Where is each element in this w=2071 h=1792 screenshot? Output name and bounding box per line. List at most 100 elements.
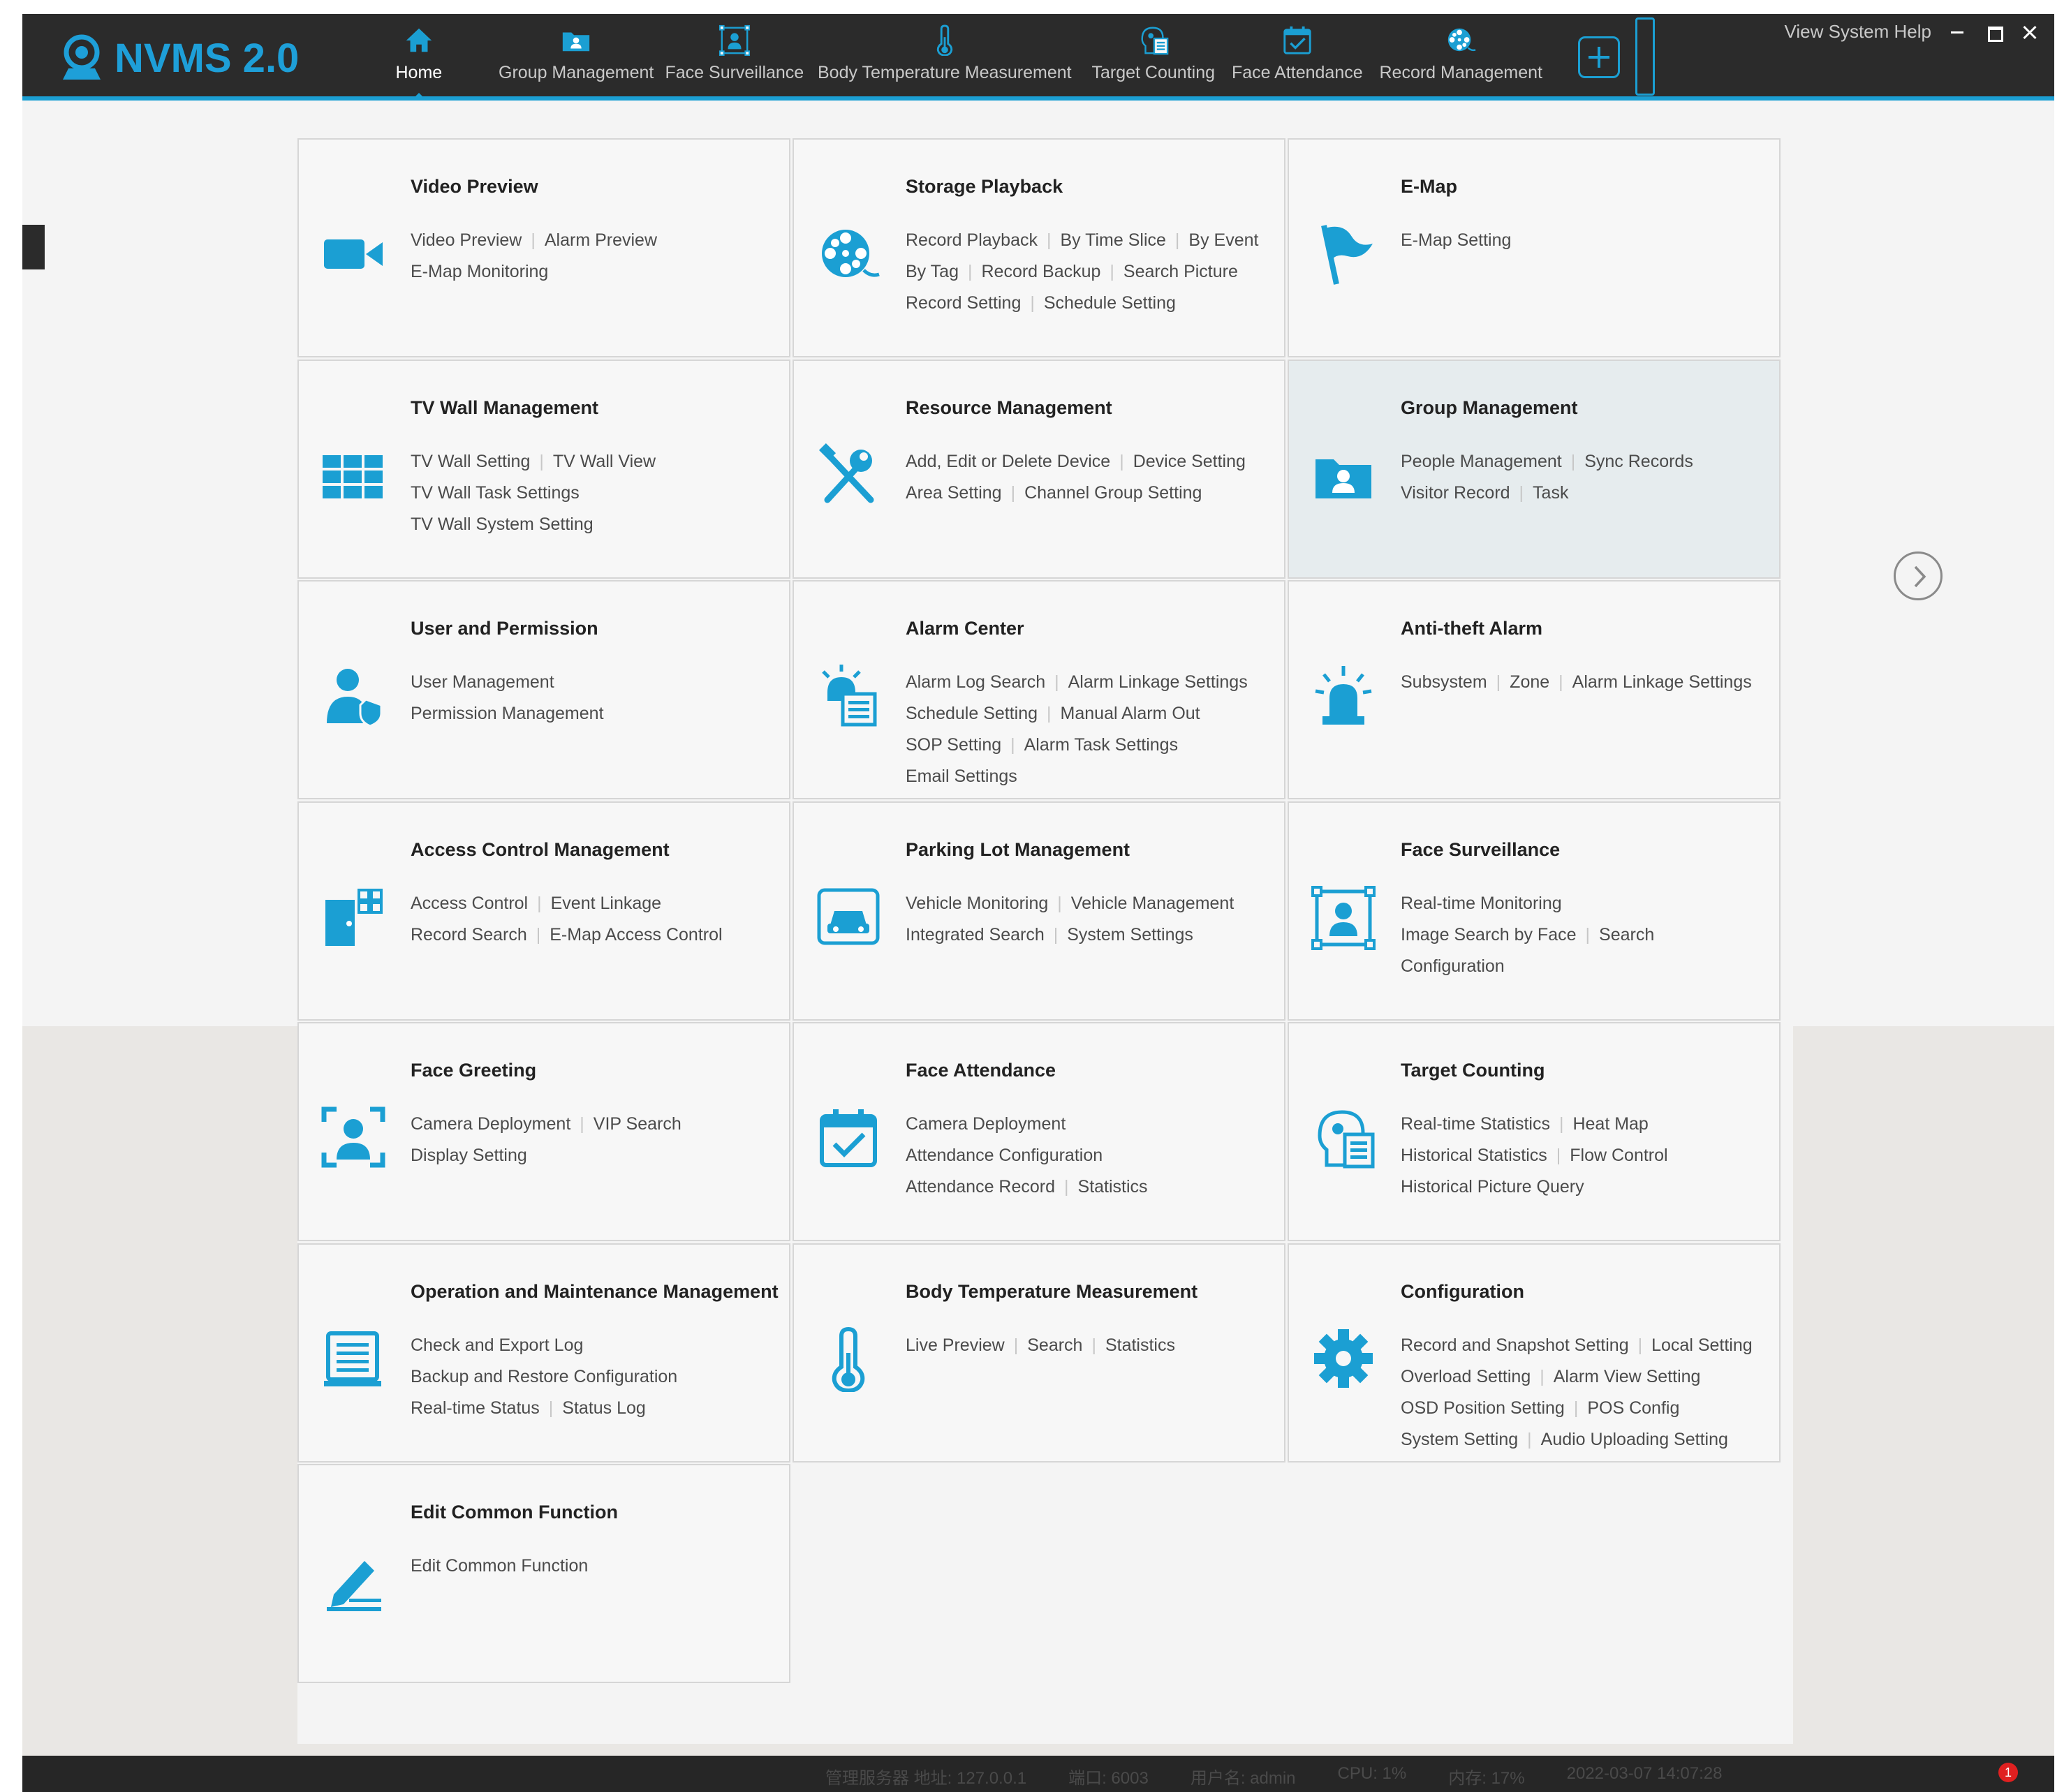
link-schedule-setting[interactable]: Schedule Setting <box>906 704 1038 723</box>
tile-storage-playback[interactable]: Storage Playback Record PlaybackBy Time S… <box>793 138 1285 357</box>
link-area-setting[interactable]: Area Setting <box>906 483 1002 503</box>
tile-e-map[interactable]: E-Map E-Map Setting <box>1288 138 1781 357</box>
tile-operation-and-maintenance-management[interactable]: Operation and Maintenance Management Chec… <box>297 1243 790 1463</box>
link-record-backup[interactable]: Record Backup <box>959 262 1100 281</box>
link-zone[interactable]: Zone <box>1487 672 1549 692</box>
link-statistics[interactable]: Statistics <box>1055 1177 1148 1197</box>
link-local-setting[interactable]: Local Setting <box>1629 1335 1753 1355</box>
link-search-picture[interactable]: Search Picture <box>1100 262 1237 281</box>
link-alarm-task-settings[interactable]: Alarm Task Settings <box>1001 735 1178 755</box>
link-channel-group-setting[interactable]: Channel Group Setting <box>1002 483 1202 503</box>
maximize-icon[interactable] <box>1983 22 2004 43</box>
link-audio-uploading-setting[interactable]: Audio Uploading Setting <box>1518 1430 1728 1449</box>
link-search[interactable]: Search <box>1577 925 1655 945</box>
tile-title[interactable]: Video Preview <box>411 176 538 198</box>
link-flow-control[interactable]: Flow Control <box>1547 1146 1668 1165</box>
link-tv-wall-task-settings[interactable]: TV Wall Task Settings <box>411 483 580 503</box>
add-tab-button[interactable] <box>1578 36 1620 78</box>
link-image-search-by-face[interactable]: Image Search by Face <box>1401 925 1577 945</box>
tile-title[interactable]: User and Permission <box>411 618 598 639</box>
link-alarm-linkage-settings[interactable]: Alarm Linkage Settings <box>1549 672 1752 692</box>
link-schedule-setting[interactable]: Schedule Setting <box>1021 293 1176 313</box>
tile-edit-common-function[interactable]: Edit Common Function Edit Common Function <box>297 1464 790 1683</box>
nav-tab-face-attendance[interactable]: Face Attendance <box>1232 24 1363 101</box>
link-add-edit-or-delete-device[interactable]: Add, Edit or Delete Device <box>906 452 1110 471</box>
tile-title[interactable]: Parking Lot Management <box>906 839 1130 861</box>
window-menu[interactable]: View System Help <box>1785 21 1932 43</box>
link-tv-wall-setting[interactable]: TV Wall Setting <box>411 452 530 471</box>
tile-title[interactable]: Configuration <box>1401 1281 1524 1303</box>
link-heat-map[interactable]: Heat Map <box>1550 1114 1649 1134</box>
tile-title[interactable]: Group Management <box>1401 397 1578 419</box>
tile-video-preview[interactable]: Video PreviewVideo PreviewAlarm PreviewE… <box>297 138 790 357</box>
nav-tab-group-management[interactable]: Group Management <box>499 24 654 101</box>
nav-tab-target-counting[interactable]: Target Counting <box>1092 24 1215 101</box>
link-permission-management[interactable]: Permission Management <box>411 704 604 723</box>
tile-title[interactable]: Face Attendance <box>906 1060 1056 1081</box>
tile-configuration[interactable]: Configuration Record and Snapshot Setting… <box>1288 1243 1781 1463</box>
link-alarm-preview[interactable]: Alarm Preview <box>522 230 657 250</box>
next-page-button[interactable] <box>1894 551 1943 600</box>
tile-title[interactable]: Anti-theft Alarm <box>1401 618 1542 639</box>
link-system-setting[interactable]: System Setting <box>1401 1430 1518 1449</box>
link-record-playback[interactable]: Record Playback <box>906 230 1038 250</box>
link-access-control[interactable]: Access Control <box>411 894 528 913</box>
link-e-map-access-control[interactable]: E-Map Access Control <box>527 925 723 945</box>
side-handle[interactable] <box>22 225 45 269</box>
link-task[interactable]: Task <box>1510 483 1569 503</box>
link-vehicle-management[interactable]: Vehicle Management <box>1048 894 1234 913</box>
link-edit-common-function[interactable]: Edit Common Function <box>411 1556 588 1576</box>
link-live-preview[interactable]: Live Preview <box>906 1335 1005 1355</box>
link-real-time-monitoring[interactable]: Real-time Monitoring <box>1401 894 1562 913</box>
link-video-preview[interactable]: Video Preview <box>411 230 522 250</box>
link-alarm-view-setting[interactable]: Alarm View Setting <box>1531 1367 1700 1386</box>
link-event-linkage[interactable]: Event Linkage <box>528 894 661 913</box>
link-device-setting[interactable]: Device Setting <box>1110 452 1246 471</box>
link-user-management[interactable]: User Management <box>411 672 554 692</box>
nav-scroll-handle[interactable] <box>1635 17 1655 96</box>
link-historical-statistics[interactable]: Historical Statistics <box>1401 1146 1547 1165</box>
link-camera-deployment[interactable]: Camera Deployment <box>906 1114 1066 1134</box>
link-record-and-snapshot-setting[interactable]: Record and Snapshot Setting <box>1401 1335 1629 1355</box>
link-tv-wall-system-setting[interactable]: TV Wall System Setting <box>411 514 594 534</box>
tile-parking-lot-management[interactable]: Parking Lot Management Vehicle Monitoring… <box>793 801 1285 1021</box>
tile-title[interactable]: Access Control Management <box>411 839 670 861</box>
tile-title[interactable]: Edit Common Function <box>411 1502 618 1523</box>
link-alarm-linkage-settings[interactable]: Alarm Linkage Settings <box>1045 672 1248 692</box>
nav-tab-home[interactable]: Home <box>396 24 442 101</box>
link-check-and-export-log[interactable]: Check and Export Log <box>411 1335 583 1355</box>
close-icon[interactable] <box>2019 22 2040 43</box>
tile-face-surveillance[interactable]: Face Surveillance Real-time Monitoring Ima… <box>1288 801 1781 1021</box>
link-backup-and-restore-configuration[interactable]: Backup and Restore Configuration <box>411 1367 677 1386</box>
link-sync-records[interactable]: Sync Records <box>1562 452 1693 471</box>
tile-resource-management[interactable]: Resource Management Add, Edit or Delete D… <box>793 359 1285 579</box>
tile-title[interactable]: Target Counting <box>1401 1060 1545 1081</box>
tile-target-counting[interactable]: Target Counting Real-time StatisticsHeat … <box>1288 1022 1781 1241</box>
link-integrated-search[interactable]: Integrated Search <box>906 925 1045 945</box>
notification-badge[interactable]: 1 <box>1998 1763 2018 1782</box>
link-vip-search[interactable]: VIP Search <box>570 1114 681 1134</box>
link-manual-alarm-out[interactable]: Manual Alarm Out <box>1038 704 1200 723</box>
link-alarm-log-search[interactable]: Alarm Log Search <box>906 672 1045 692</box>
tile-title[interactable]: Operation and Maintenance Management <box>411 1281 779 1303</box>
nav-tab-record-management[interactable]: Record Management <box>1380 24 1542 101</box>
link-overload-setting[interactable]: Overload Setting <box>1401 1367 1531 1386</box>
tile-anti-theft-alarm[interactable]: Anti-theft Alarm SubsystemZoneAlarm Linka… <box>1288 580 1781 799</box>
link-real-time-status[interactable]: Real-time Status <box>411 1398 540 1418</box>
link-attendance-record[interactable]: Attendance Record <box>906 1177 1055 1197</box>
link-configuration[interactable]: Configuration <box>1401 956 1505 976</box>
link-record-search[interactable]: Record Search <box>411 925 527 945</box>
link-real-time-statistics[interactable]: Real-time Statistics <box>1401 1114 1550 1134</box>
link-tv-wall-view[interactable]: TV Wall View <box>530 452 656 471</box>
nav-tab-face-surveillance[interactable]: Face Surveillance <box>665 24 804 101</box>
tile-title[interactable]: E-Map <box>1401 176 1457 198</box>
link-historical-picture-query[interactable]: Historical Picture Query <box>1401 1177 1584 1197</box>
tile-title[interactable]: TV Wall Management <box>411 397 598 419</box>
link-statistics[interactable]: Statistics <box>1082 1335 1175 1355</box>
tile-title[interactable]: Alarm Center <box>906 618 1024 639</box>
link-sop-setting[interactable]: SOP Setting <box>906 735 1001 755</box>
tile-title[interactable]: Face Surveillance <box>1401 839 1560 861</box>
tile-tv-wall-management[interactable]: TV Wall ManagementTV Wall SettingTV Wall… <box>297 359 790 579</box>
link-osd-position-setting[interactable]: OSD Position Setting <box>1401 1398 1565 1418</box>
link-system-settings[interactable]: System Settings <box>1045 925 1193 945</box>
